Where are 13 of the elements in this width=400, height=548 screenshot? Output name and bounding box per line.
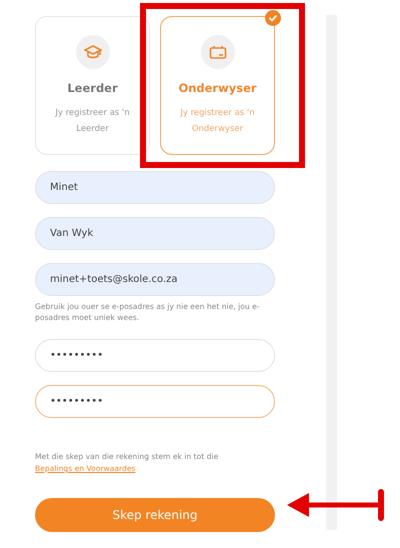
role-description: Jy registreer as 'n Onderwyser xyxy=(179,107,256,136)
board-icon xyxy=(208,45,226,59)
input-field[interactable]: ••••••••• xyxy=(35,385,275,418)
role-title: Leerder xyxy=(67,81,118,95)
input-field[interactable]: Van Wyk xyxy=(35,217,275,250)
graduation-cap-icon xyxy=(84,45,102,59)
role-description: Jy registreer as 'n Leerder xyxy=(54,107,131,136)
check-icon xyxy=(265,10,281,26)
input-field[interactable]: ••••••••• xyxy=(35,339,275,372)
input-field[interactable]: Minet xyxy=(35,171,275,204)
role-card[interactable]: Leerder Jy registreer as 'n Leerder xyxy=(35,16,150,155)
input-field[interactable]: minet+toets@skole.co.za xyxy=(35,263,275,296)
role-title: Onderwyser xyxy=(178,81,257,95)
